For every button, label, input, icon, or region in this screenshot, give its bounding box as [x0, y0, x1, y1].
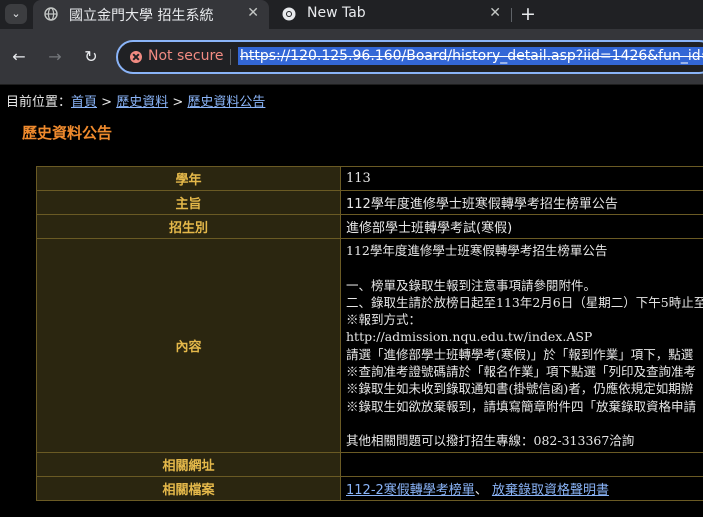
- address-bar[interactable]: Not secure https://120.125.96.160/Board/…: [116, 40, 703, 74]
- content-line: 其他相關問題可以撥打招生專線：082-313367洽詢: [346, 433, 635, 449]
- content-line: 二、錄取生請於放榜日起至113年2月6日（星期二）下午5時止至: [346, 294, 703, 310]
- tab-title: 國立金門大學 招生系統: [69, 8, 214, 24]
- content-line: http://admission.nqu.edu.tw/index.ASP: [346, 329, 593, 345]
- category-label: 招生別: [36, 214, 341, 239]
- breadcrumb-home-link[interactable]: 首頁: [71, 95, 97, 110]
- breadcrumb-prefix: 目前位置：: [6, 95, 72, 110]
- waiver-statement-file-link[interactable]: 放棄錄取資格聲明書: [492, 483, 609, 498]
- breadcrumb-separator: >: [97, 95, 117, 110]
- table-row-category: 招生別 進修部學士班轉學考試(寒假): [36, 214, 703, 239]
- content-line: ※錄取生如欲放棄報到，請填寫簡章附件四「放棄錄取資格申請: [346, 398, 697, 414]
- not-secure-warning-icon[interactable]: [130, 51, 142, 63]
- table-row-related-files: 相關檔案 112-2寒假轉學考榜單、 放棄錄取資格聲明書: [36, 476, 703, 501]
- tab-strip: ⌄ 國立金門大學 招生系統 ✕ New Tab ✕ +: [0, 0, 703, 29]
- content-line: ※查詢准考證號碼請於「報名作業」項下點選「列印及查詢准考: [346, 364, 697, 380]
- web-page: 目前位置：首頁 > 歷史資料 > 歷史資料公告 歷史資料公告 學年 113 主旨…: [0, 85, 703, 517]
- related-files-value: 112-2寒假轉學考榜單、 放棄錄取資格聲明書: [340, 476, 703, 501]
- breadcrumb-announcement-link[interactable]: 歷史資料公告: [187, 95, 265, 110]
- content-line: [346, 415, 703, 432]
- year-label: 學年: [36, 166, 341, 191]
- back-arrow-icon[interactable]: ←: [8, 46, 30, 68]
- file-separator: 、: [474, 483, 488, 498]
- table-row-related-url: 相關網址: [36, 452, 703, 477]
- security-chip[interactable]: Not secure: [148, 48, 224, 64]
- close-tab-icon[interactable]: ✕: [489, 5, 501, 21]
- breadcrumb: 目前位置：首頁 > 歷史資料 > 歷史資料公告: [6, 91, 265, 110]
- related-url-label: 相關網址: [36, 452, 341, 477]
- omnibox-divider: [230, 49, 231, 65]
- breadcrumb-history-link[interactable]: 歷史資料: [116, 95, 168, 110]
- page-title: 歷史資料公告: [22, 124, 113, 142]
- breadcrumb-separator: >: [168, 95, 188, 110]
- content-line: [346, 259, 703, 276]
- close-tab-icon[interactable]: ✕: [247, 5, 259, 21]
- globe-icon: [44, 7, 58, 21]
- chrome-icon: [282, 7, 296, 21]
- table-row-subject: 主旨 112學年度進修學士班寒假轉學考招生榜單公告: [36, 190, 703, 215]
- table-row-year: 學年 113: [36, 166, 703, 191]
- tab-search-dropdown-icon[interactable]: ⌄: [5, 4, 27, 24]
- table-row-content: 內容 112學年度進修學士班寒假轉學考招生榜單公告 一、榜單及錄取生報到注意事項…: [36, 238, 703, 453]
- content-line: 請選「進修部學士班轉學考(寒假)」於「報到作業」項下，點選: [346, 346, 694, 362]
- content-line: 112學年度進修學士班寒假轉學考招生榜單公告: [346, 243, 608, 258]
- related-url-value: [340, 452, 703, 477]
- category-value: 進修部學士班轉學考試(寒假): [340, 214, 703, 239]
- forward-arrow-icon[interactable]: →: [44, 46, 66, 68]
- content-value: 112學年度進修學士班寒假轉學考招生榜單公告 一、榜單及錄取生報到注意事項請參閱…: [340, 238, 703, 453]
- content-line: ※錄取生如未收到錄取通知書(掛號信函)者，仍應依規定如期辦: [346, 381, 694, 397]
- new-tab-plus-icon[interactable]: +: [518, 2, 538, 26]
- url-text[interactable]: https://120.125.96.160/Board/history_det…: [238, 47, 703, 65]
- browser-tab-active[interactable]: 國立金門大學 招生系統 ✕: [33, 0, 269, 29]
- year-value: 113: [340, 166, 703, 191]
- content-label: 內容: [36, 238, 341, 453]
- related-files-label: 相關檔案: [36, 476, 341, 501]
- subject-value: 112學年度進修學士班寒假轉學考招生榜單公告: [340, 190, 703, 215]
- tab-title: New Tab: [307, 5, 366, 21]
- content-line: ※報到方式：: [346, 312, 422, 328]
- reload-icon[interactable]: ↻: [80, 46, 102, 68]
- content-line: 一、榜單及錄取生報到注意事項請參閱附件。: [346, 277, 597, 293]
- browser-toolbar: ← → ↻ Not secure https://120.125.96.160/…: [0, 29, 703, 85]
- subject-label: 主旨: [36, 190, 341, 215]
- ranking-list-file-link[interactable]: 112-2寒假轉學考榜單: [346, 483, 475, 498]
- tab-divider: [511, 8, 512, 22]
- announcement-table: 學年 113 主旨 112學年度進修學士班寒假轉學考招生榜單公告 招生別 進修部…: [36, 166, 703, 501]
- browser-tab-inactive[interactable]: New Tab ✕: [271, 0, 511, 29]
